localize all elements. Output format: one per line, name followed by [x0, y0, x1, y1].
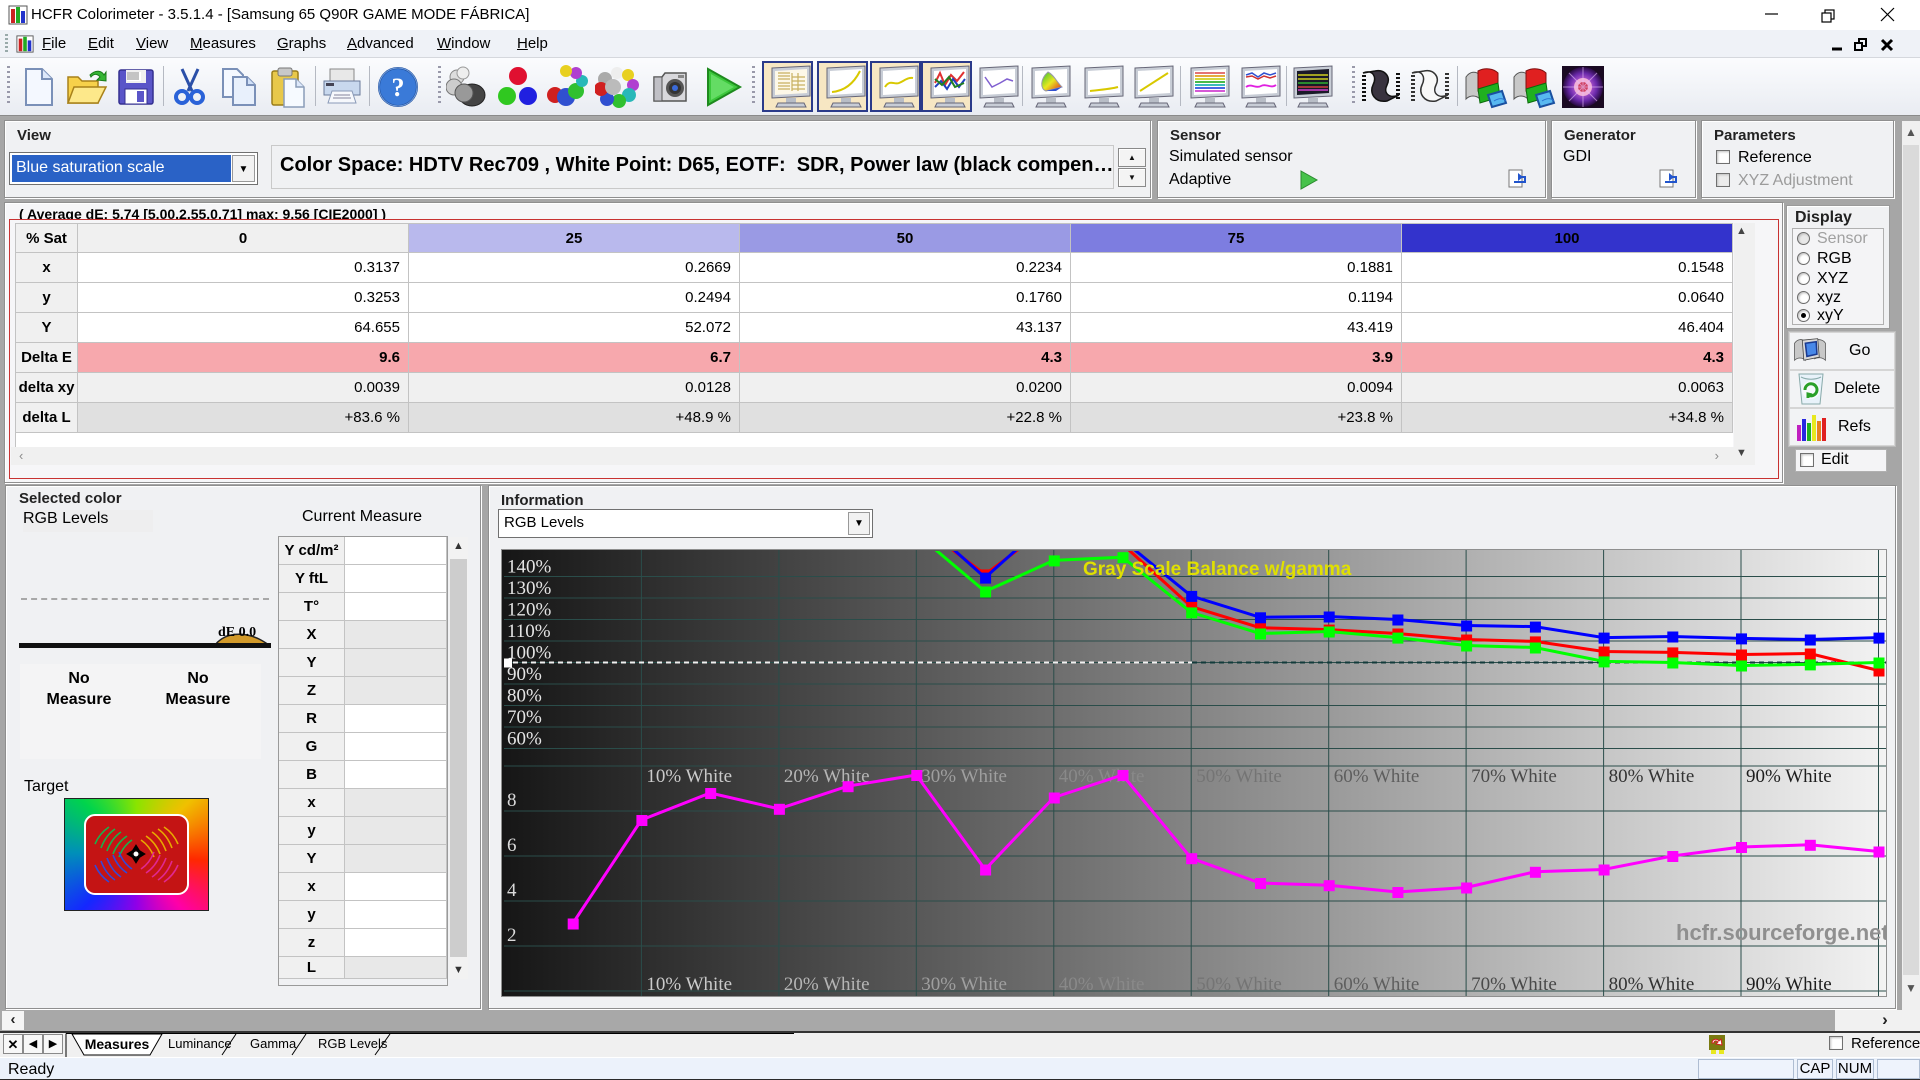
svg-text:Luminance: Luminance [168, 1036, 232, 1051]
svg-text:60% White: 60% White [1334, 766, 1420, 787]
svg-text:90% White: 90% White [1746, 766, 1832, 787]
svg-text:hcfr.sourceforge.net: hcfr.sourceforge.net [1676, 920, 1886, 945]
svg-text:90%: 90% [507, 664, 542, 685]
svg-text:Gray Scale Balance w/gamma: Gray Scale Balance w/gamma [1083, 559, 1352, 580]
svg-text:10% White: 10% White [646, 766, 732, 787]
svg-text:6: 6 [507, 835, 517, 856]
svg-text:10% White: 10% White [646, 974, 732, 995]
svg-text:70% White: 70% White [1471, 766, 1557, 787]
svg-text:100%: 100% [507, 643, 552, 664]
svg-text:30% White: 30% White [921, 974, 1007, 995]
svg-text:120%: 120% [507, 600, 552, 621]
svg-text:?: ? [392, 73, 405, 102]
svg-text:4: 4 [507, 880, 517, 901]
svg-text:140%: 140% [507, 557, 552, 578]
svg-text:Gamma: Gamma [250, 1036, 297, 1051]
svg-text:30% White: 30% White [921, 766, 1007, 787]
svg-text:70% White: 70% White [1471, 974, 1557, 995]
svg-text:40% White: 40% White [1059, 974, 1145, 995]
svg-text:60%: 60% [507, 729, 542, 750]
svg-text:2: 2 [507, 925, 517, 946]
svg-text:80%: 80% [507, 686, 542, 707]
svg-text:RGB Levels: RGB Levels [318, 1036, 388, 1051]
svg-text:90% White: 90% White [1746, 974, 1832, 995]
svg-text:70%: 70% [507, 707, 542, 728]
svg-text:110%: 110% [507, 621, 551, 642]
svg-text:60% White: 60% White [1334, 974, 1420, 995]
svg-text:50% White: 50% White [1196, 974, 1282, 995]
svg-text:130%: 130% [507, 578, 552, 599]
svg-text:50% White: 50% White [1196, 766, 1282, 787]
svg-text:8: 8 [507, 790, 517, 811]
svg-text:80% White: 80% White [1609, 766, 1695, 787]
svg-text:20% White: 20% White [784, 974, 870, 995]
svg-text:80% White: 80% White [1609, 974, 1695, 995]
svg-text:Measures: Measures [85, 1036, 150, 1052]
